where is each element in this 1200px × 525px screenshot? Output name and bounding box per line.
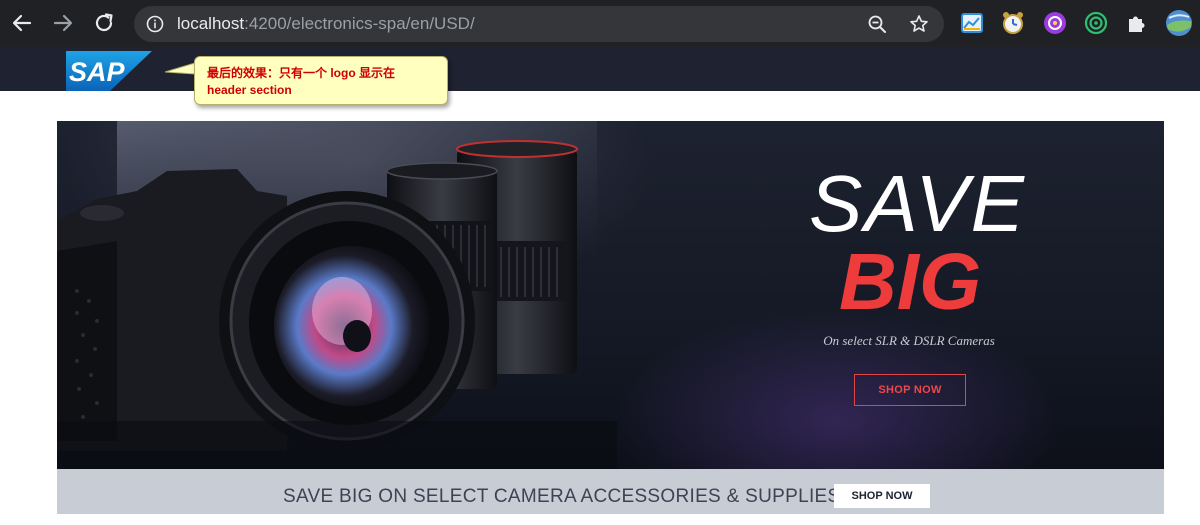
hero-tagline: On select SLR & DSLR Cameras	[823, 333, 995, 348]
promo-shop-now-button[interactable]: SHOP NOW	[834, 484, 930, 508]
annotation-line-1: 最后的效果：只有一个 logo 显示在	[207, 66, 395, 80]
sap-logo-text: SAP	[69, 57, 126, 87]
reload-button[interactable]	[90, 9, 118, 37]
promo-banner[interactable]: SAVE BIG ON SELECT CAMERA ACCESSORIES & …	[57, 469, 1164, 514]
hero-banner[interactable]: SAVE BIG On select SLR & DSLR Cameras SH…	[57, 121, 1164, 469]
url-path: :4200/electronics-spa/en/USD/	[244, 14, 475, 33]
zoom-out-icon[interactable]	[867, 14, 887, 34]
hero-headline-big: BIG	[839, 237, 982, 326]
back-arrow-icon	[12, 14, 32, 32]
address-bar[interactable]: localhost:4200/electronics-spa/en/USD/	[134, 6, 944, 42]
browser-toolbar: localhost:4200/electronics-spa/en/USD/	[0, 0, 1200, 47]
target-extension-icon[interactable]	[1084, 11, 1108, 35]
annotation-line-2: header section	[207, 83, 292, 97]
purple-extension-icon[interactable]	[1043, 11, 1067, 35]
annotation-callout: 最后的效果：只有一个 logo 显示在 header section	[194, 56, 448, 105]
url-text[interactable]: localhost:4200/electronics-spa/en/USD/	[177, 6, 475, 42]
bookmark-star-icon[interactable]	[909, 14, 929, 34]
forward-button[interactable]	[49, 9, 77, 37]
url-host: localhost	[177, 14, 245, 33]
hero-shop-now-button[interactable]: SHOP NOW	[854, 374, 966, 406]
sap-logo[interactable]: SAP	[66, 51, 152, 91]
profile-avatar[interactable]	[1165, 9, 1193, 37]
site-info-icon[interactable]	[145, 14, 165, 34]
promo-text: SAVE BIG ON SELECT CAMERA ACCESSORIES & …	[283, 486, 841, 507]
forward-arrow-icon	[53, 14, 73, 32]
chart-extension-icon[interactable]	[960, 11, 984, 35]
reload-icon	[95, 13, 113, 32]
clock-extension-icon[interactable]	[1001, 11, 1025, 35]
callout-pointer	[164, 62, 196, 75]
hero-headline-save: SAVE	[809, 159, 1027, 248]
back-button[interactable]	[8, 9, 36, 37]
puzzle-icon[interactable]	[1125, 11, 1149, 35]
